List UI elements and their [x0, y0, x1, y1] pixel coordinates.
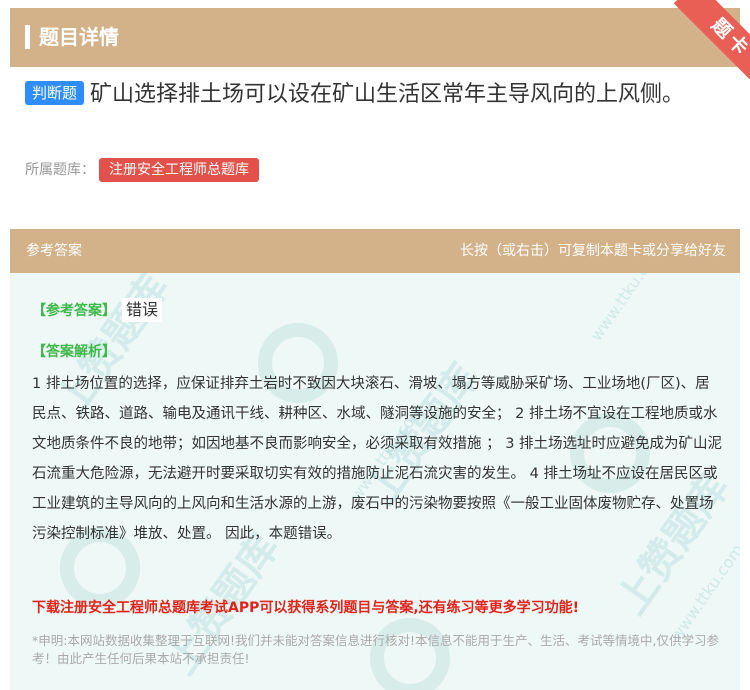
disclaimer-text: *申明:本网站数据收集整理于互联网!我们并未能对答案信息进行核对!本信息不能用于…: [32, 633, 719, 666]
answer-row: 【参考答案】 错误: [32, 298, 163, 323]
answer-header: 参考答案 长按（或右击）可复制本题卡或分享给好友: [10, 229, 740, 273]
answer-label: 【参考答案】: [32, 303, 116, 319]
detail-header: 题目详情: [10, 8, 740, 67]
watermark-domain: www.ttku.com: [586, 273, 668, 345]
answer-header-title: 参考答案: [26, 243, 82, 259]
question-source: 所属题库： 注册安全工程师总题库: [25, 158, 259, 182]
analysis-text: 1 排土场位置的选择，应保证排弃土岩时不致因大块滚石、滑坡、塌方等威胁采矿场、工…: [32, 376, 723, 542]
share-hint: 长按（或右击）可复制本题卡或分享给好友: [460, 243, 726, 259]
analysis-label: 【答案解析】: [32, 344, 116, 360]
answer-card[interactable]: 上赞题库 上赞题库 上赞题库 上赞题库 www.ttku.com www.ttk…: [10, 273, 740, 690]
app-download-promo[interactable]: 下载注册安全工程师总题库考试APP可以获得系列题目与答案,还有练习等更多学习功能…: [32, 596, 579, 620]
header-title: 题目详情: [39, 25, 119, 49]
source-label: 所属题库：: [25, 162, 95, 178]
question-text: 矿山选择排土场可以设在矿山生活区常年主导风向的上风侧。: [90, 82, 685, 107]
source-bank-link[interactable]: 注册安全工程师总题库: [99, 158, 259, 182]
header-accent-bar: [25, 25, 30, 49]
answer-value: 错误: [122, 298, 163, 322]
question-type-tag: 判断题: [25, 81, 85, 105]
question-block: 判断题 矿山选择排土场可以设在矿山生活区常年主导风向的上风侧。: [25, 78, 725, 112]
